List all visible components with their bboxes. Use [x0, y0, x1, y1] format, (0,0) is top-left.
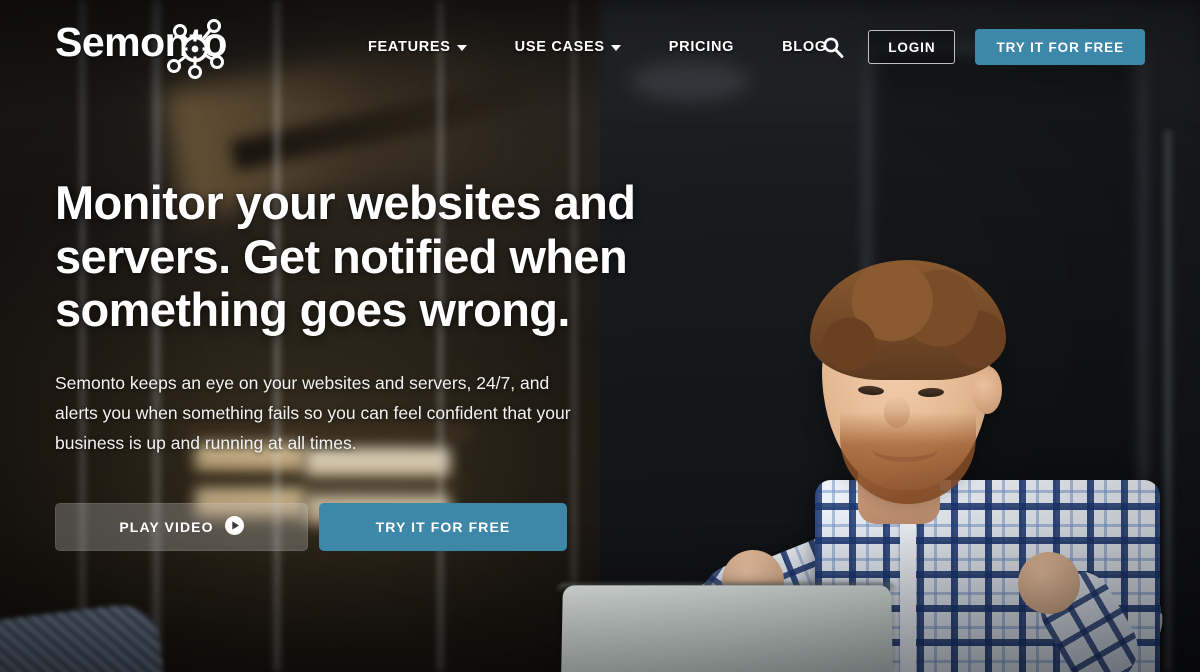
play-video-button[interactable]: PLAY VIDEO — [55, 503, 308, 552]
site-logo[interactable]: Semonto — [55, 19, 227, 79]
site-header: Semonto FEATURES USE CASES PRICING BLOG … — [0, 0, 1200, 94]
search-icon[interactable] — [816, 30, 850, 64]
page-title: Monitor your websites and servers. Get n… — [55, 176, 636, 337]
nav-label: PRICING — [668, 39, 735, 55]
hero-cta-group: PLAY VIDEO TRY IT FOR FREE — [55, 503, 675, 552]
laptop-lid — [561, 585, 893, 672]
person-hair — [810, 260, 1006, 380]
person-smile — [872, 436, 938, 462]
login-button[interactable]: LOGIN — [868, 30, 956, 64]
chevron-down-icon — [456, 45, 467, 51]
network-node-icon — [160, 14, 230, 84]
landing-page-hero: Semonto FEATURES USE CASES PRICING BLOG … — [0, 0, 1200, 672]
nav-item-features[interactable]: FEATURES — [368, 39, 467, 55]
header-actions: LOGIN TRY IT FOR FREE — [816, 0, 1145, 94]
hero-subtitle: Semonto keeps an eye on your websites an… — [55, 372, 571, 453]
hero-try-free-button[interactable]: TRY IT FOR FREE — [319, 503, 567, 552]
play-video-label: PLAY VIDEO — [119, 519, 214, 536]
hero-content: Monitor your websites and servers. Get n… — [55, 176, 675, 552]
header-try-free-button[interactable]: TRY IT FOR FREE — [975, 29, 1145, 65]
play-circle-icon — [224, 516, 244, 538]
background-woven-chair — [0, 600, 165, 672]
person-right-hand — [1018, 552, 1080, 614]
nav-label: FEATURES — [368, 39, 451, 55]
nav-label: USE CASES — [514, 39, 605, 55]
main-navigation: FEATURES USE CASES PRICING BLOG — [368, 0, 827, 94]
person-nose — [884, 396, 910, 428]
person-ear — [972, 366, 1002, 414]
nav-item-pricing[interactable]: PRICING — [669, 39, 734, 55]
nav-item-use-cases[interactable]: USE CASES — [515, 39, 621, 55]
chevron-down-icon — [610, 45, 621, 51]
